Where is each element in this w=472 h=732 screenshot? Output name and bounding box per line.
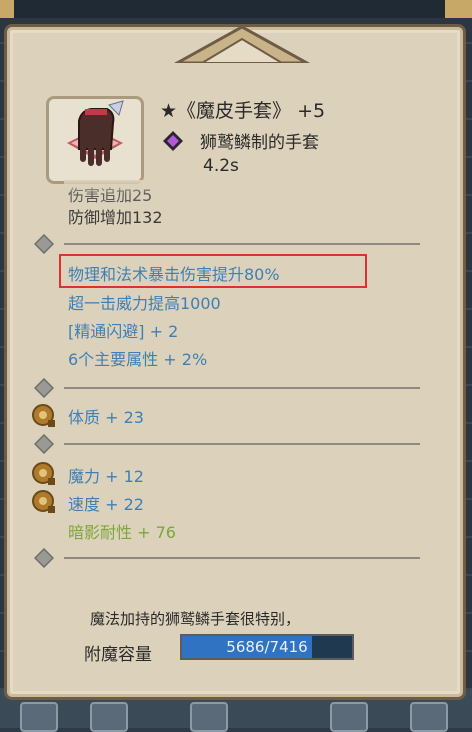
diamond-slot-icon <box>34 434 54 454</box>
stat-main-attributes: 6个主要属性 + 2% <box>68 350 208 369</box>
stat-constitution: 体质 + 23 <box>68 408 144 427</box>
diamond-slot-icon <box>34 378 54 398</box>
item-cast-time: 4.2s <box>203 156 239 176</box>
stat-evasion: [精通闪避] + 2 <box>68 322 179 341</box>
stat-magic: 魔力 + 12 <box>68 467 144 486</box>
separator-line <box>64 443 420 445</box>
glove-icon <box>67 100 124 166</box>
gear-socket-icon <box>32 490 55 513</box>
separator-line <box>64 387 420 389</box>
gear-socket-icon <box>32 462 55 485</box>
stat-strike-power: 超一击威力提高1000 <box>68 294 221 313</box>
enchant-capacity-bar: 5686/7416 <box>180 634 354 660</box>
item-description: 魔法加持的狮鹫鳞手套很特别， <box>90 610 301 628</box>
item-subtitle: 狮鹫鳞制的手套 <box>200 133 319 153</box>
stat-defense: 防御增加132 <box>68 208 163 227</box>
item-title: ★《魔皮手套》 +5 <box>160 100 326 122</box>
item-icon-frame[interactable] <box>46 96 144 184</box>
diamond-slot-icon <box>34 234 54 254</box>
purple-gem-icon <box>163 131 183 151</box>
panel-crest-ornament <box>173 27 311 63</box>
top-left-tab[interactable] <box>0 0 14 18</box>
gear-socket-icon <box>32 404 55 427</box>
top-right-tab[interactable] <box>445 0 472 18</box>
separator-line <box>64 557 420 559</box>
scroll-fade <box>64 180 364 194</box>
stat-shadow-resistance: 暗影耐性 + 76 <box>68 523 176 542</box>
stat-speed: 速度 + 22 <box>68 495 144 514</box>
enchant-capacity-label: 附魔容量 <box>84 645 152 665</box>
enchant-capacity-value: 5686/7416 <box>226 638 308 656</box>
diamond-slot-icon <box>34 548 54 568</box>
highlight-box <box>59 254 367 288</box>
top-bar <box>0 0 472 18</box>
separator-line <box>64 243 420 245</box>
